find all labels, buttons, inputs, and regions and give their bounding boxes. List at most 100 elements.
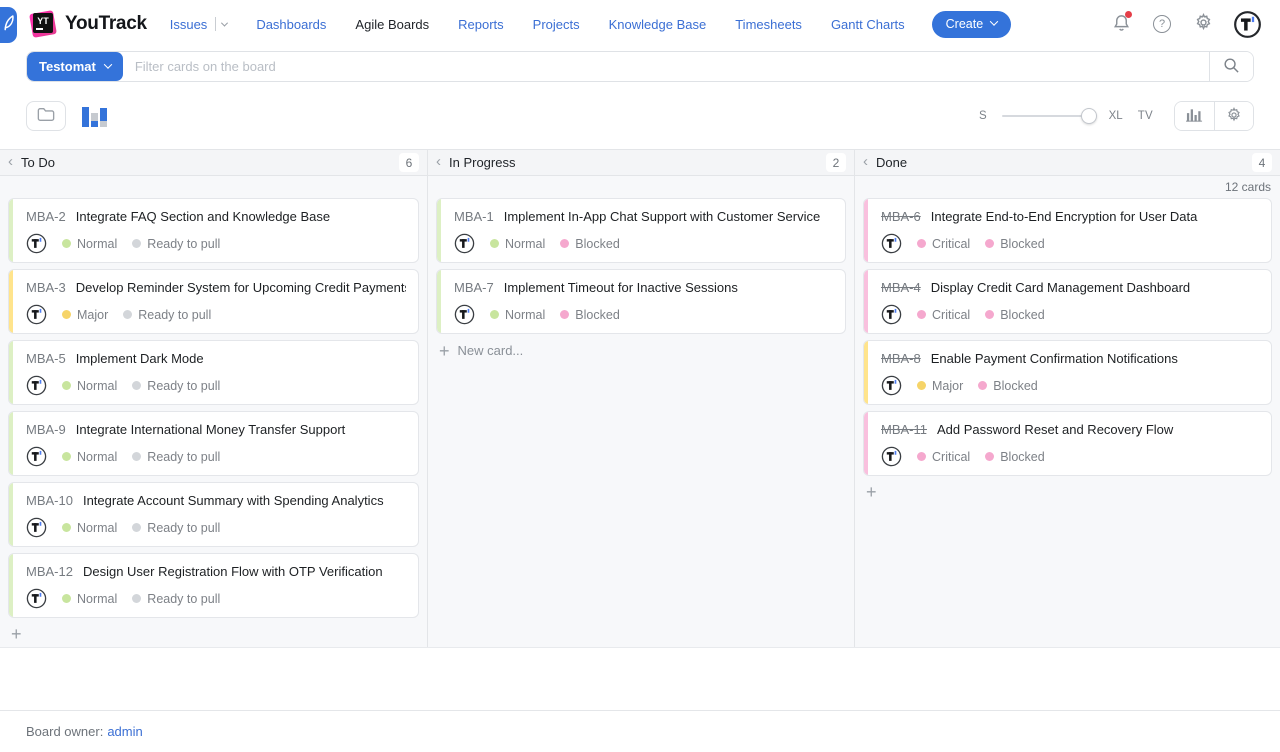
priority-badge[interactable]: Normal: [62, 379, 117, 393]
issue-card[interactable]: MBA-2Integrate FAQ Section and Knowledge…: [8, 198, 419, 263]
nav-item-timesheets[interactable]: Timesheets: [735, 17, 802, 32]
assignee-avatar[interactable]: [454, 233, 475, 254]
assignee-avatar[interactable]: [881, 375, 902, 396]
state-badge[interactable]: Blocked: [560, 237, 619, 251]
card-size-slider[interactable]: [1002, 115, 1094, 117]
assignee-avatar[interactable]: [26, 233, 47, 254]
priority-badge[interactable]: Normal: [62, 592, 117, 606]
assignee-avatar[interactable]: [881, 233, 902, 254]
state-badge[interactable]: Ready to pull: [132, 592, 220, 606]
issue-card[interactable]: MBA-1Implement In-App Chat Support with …: [436, 198, 846, 263]
nav-item-knowledge-base[interactable]: Knowledge Base: [609, 17, 707, 32]
burndown-chart-button[interactable]: [1175, 102, 1214, 130]
state-label: Ready to pull: [147, 592, 220, 606]
card-id[interactable]: MBA-10: [26, 493, 73, 508]
card-id[interactable]: MBA-3: [26, 280, 66, 295]
issue-card[interactable]: MBA-9Integrate International Money Trans…: [8, 411, 419, 476]
state-badge[interactable]: Ready to pull: [132, 379, 220, 393]
card-id[interactable]: MBA-11: [881, 422, 927, 437]
assignee-avatar[interactable]: [26, 517, 47, 538]
board-owner-link[interactable]: admin: [107, 724, 142, 739]
issue-card[interactable]: MBA-3Develop Reminder System for Upcomin…: [8, 269, 419, 334]
nav-item-agile-boards[interactable]: Agile Boards: [355, 17, 429, 32]
new-card-button[interactable]: +: [855, 476, 1280, 499]
assignee-avatar[interactable]: [26, 446, 47, 467]
priority-badge[interactable]: Critical: [917, 237, 970, 251]
card-id[interactable]: MBA-4: [881, 280, 921, 295]
state-badge[interactable]: Blocked: [560, 308, 619, 322]
collapse-column-icon[interactable]: ‹: [8, 154, 13, 169]
nav-item-reports[interactable]: Reports: [458, 17, 504, 32]
new-card-button[interactable]: +: [0, 618, 427, 641]
card-id[interactable]: MBA-1: [454, 209, 494, 224]
tv-mode-button[interactable]: TV: [1138, 110, 1153, 122]
assignee-avatar[interactable]: [26, 588, 47, 609]
card-id[interactable]: MBA-2: [26, 209, 66, 224]
nav-item-issues[interactable]: Issues: [170, 17, 228, 32]
sidebar-toggle[interactable]: [0, 7, 17, 43]
new-card-button[interactable]: +New card...: [428, 334, 854, 358]
priority-badge[interactable]: Normal: [490, 237, 545, 251]
priority-badge[interactable]: Normal: [62, 521, 117, 535]
help-button[interactable]: ?: [1151, 13, 1173, 35]
notifications-button[interactable]: [1110, 13, 1132, 35]
collapse-column-icon[interactable]: ‹: [436, 154, 441, 169]
priority-badge[interactable]: Normal: [490, 308, 545, 322]
state-badge[interactable]: Blocked: [978, 379, 1037, 393]
state-badge[interactable]: Ready to pull: [132, 521, 220, 535]
assignee-avatar[interactable]: [26, 304, 47, 325]
state-badge[interactable]: Blocked: [985, 308, 1044, 322]
card-id[interactable]: MBA-8: [881, 351, 921, 366]
slider-handle[interactable]: [1081, 108, 1097, 124]
youtrack-logo[interactable]: YT YouTrack: [30, 11, 147, 37]
issue-card[interactable]: MBA-12Design User Registration Flow with…: [8, 553, 419, 618]
issue-card[interactable]: MBA-6Integrate End-to-End Encryption for…: [863, 198, 1272, 263]
issue-card[interactable]: MBA-8Enable Payment Confirmation Notific…: [863, 340, 1272, 405]
collapse-column-icon[interactable]: ‹: [863, 154, 868, 169]
board-view-icon[interactable]: [82, 105, 107, 127]
state-badge[interactable]: Blocked: [985, 237, 1044, 251]
card-id[interactable]: MBA-5: [26, 351, 66, 366]
state-badge[interactable]: Blocked: [985, 450, 1044, 464]
column-title: To Do: [21, 155, 55, 170]
assignee-avatar[interactable]: [881, 304, 902, 325]
project-selector-button[interactable]: Testomat: [27, 52, 123, 81]
board-settings-button[interactable]: [1214, 102, 1253, 130]
card-id[interactable]: MBA-12: [26, 564, 73, 579]
issue-card[interactable]: MBA-7Implement Timeout for Inactive Sess…: [436, 269, 846, 334]
issue-card[interactable]: MBA-11Add Password Reset and Recovery Fl…: [863, 411, 1272, 476]
slider-track[interactable]: [1002, 115, 1094, 117]
create-button[interactable]: Create: [932, 11, 1012, 38]
settings-button[interactable]: [1192, 13, 1214, 35]
card-id[interactable]: MBA-9: [26, 422, 66, 437]
priority-badge[interactable]: Normal: [62, 450, 117, 464]
nav-item-dashboards[interactable]: Dashboards: [256, 17, 326, 32]
assignee-avatar[interactable]: [26, 375, 47, 396]
gear-icon: [1226, 107, 1242, 126]
search-button[interactable]: [1209, 52, 1253, 81]
state-badge[interactable]: Ready to pull: [123, 308, 211, 322]
priority-badge[interactable]: Critical: [917, 450, 970, 464]
card-id[interactable]: MBA-6: [881, 209, 921, 224]
priority-badge[interactable]: Major: [917, 379, 963, 393]
user-avatar[interactable]: [1233, 10, 1262, 39]
priority-badge[interactable]: Major: [62, 308, 108, 322]
filter-input[interactable]: [123, 52, 1209, 81]
priority-badge[interactable]: Normal: [62, 237, 117, 251]
issue-card[interactable]: MBA-5 Implement Dark Mode Normal Ready to p…: [8, 340, 419, 405]
chevron-down-icon[interactable]: [221, 19, 228, 26]
state-badge[interactable]: Ready to pull: [132, 450, 220, 464]
issue-card[interactable]: MBA-4Display Credit Card Management Dash…: [863, 269, 1272, 334]
state-dot: [132, 523, 141, 532]
issue-card[interactable]: MBA-10Integrate Account Summary with Spe…: [8, 482, 419, 547]
card-header: MBA-1Implement In-App Chat Support with …: [454, 209, 833, 224]
state-badge[interactable]: Ready to pull: [132, 237, 220, 251]
assignee-avatar[interactable]: [454, 304, 475, 325]
sprints-folder-button[interactable]: [26, 101, 66, 131]
card-id[interactable]: MBA-7: [454, 280, 494, 295]
nav-item-gantt-charts[interactable]: Gantt Charts: [831, 17, 905, 32]
priority-badge[interactable]: Critical: [917, 308, 970, 322]
nav-item-projects[interactable]: Projects: [533, 17, 580, 32]
assignee-avatar[interactable]: [881, 446, 902, 467]
card-title: Implement Dark Mode: [76, 351, 204, 366]
